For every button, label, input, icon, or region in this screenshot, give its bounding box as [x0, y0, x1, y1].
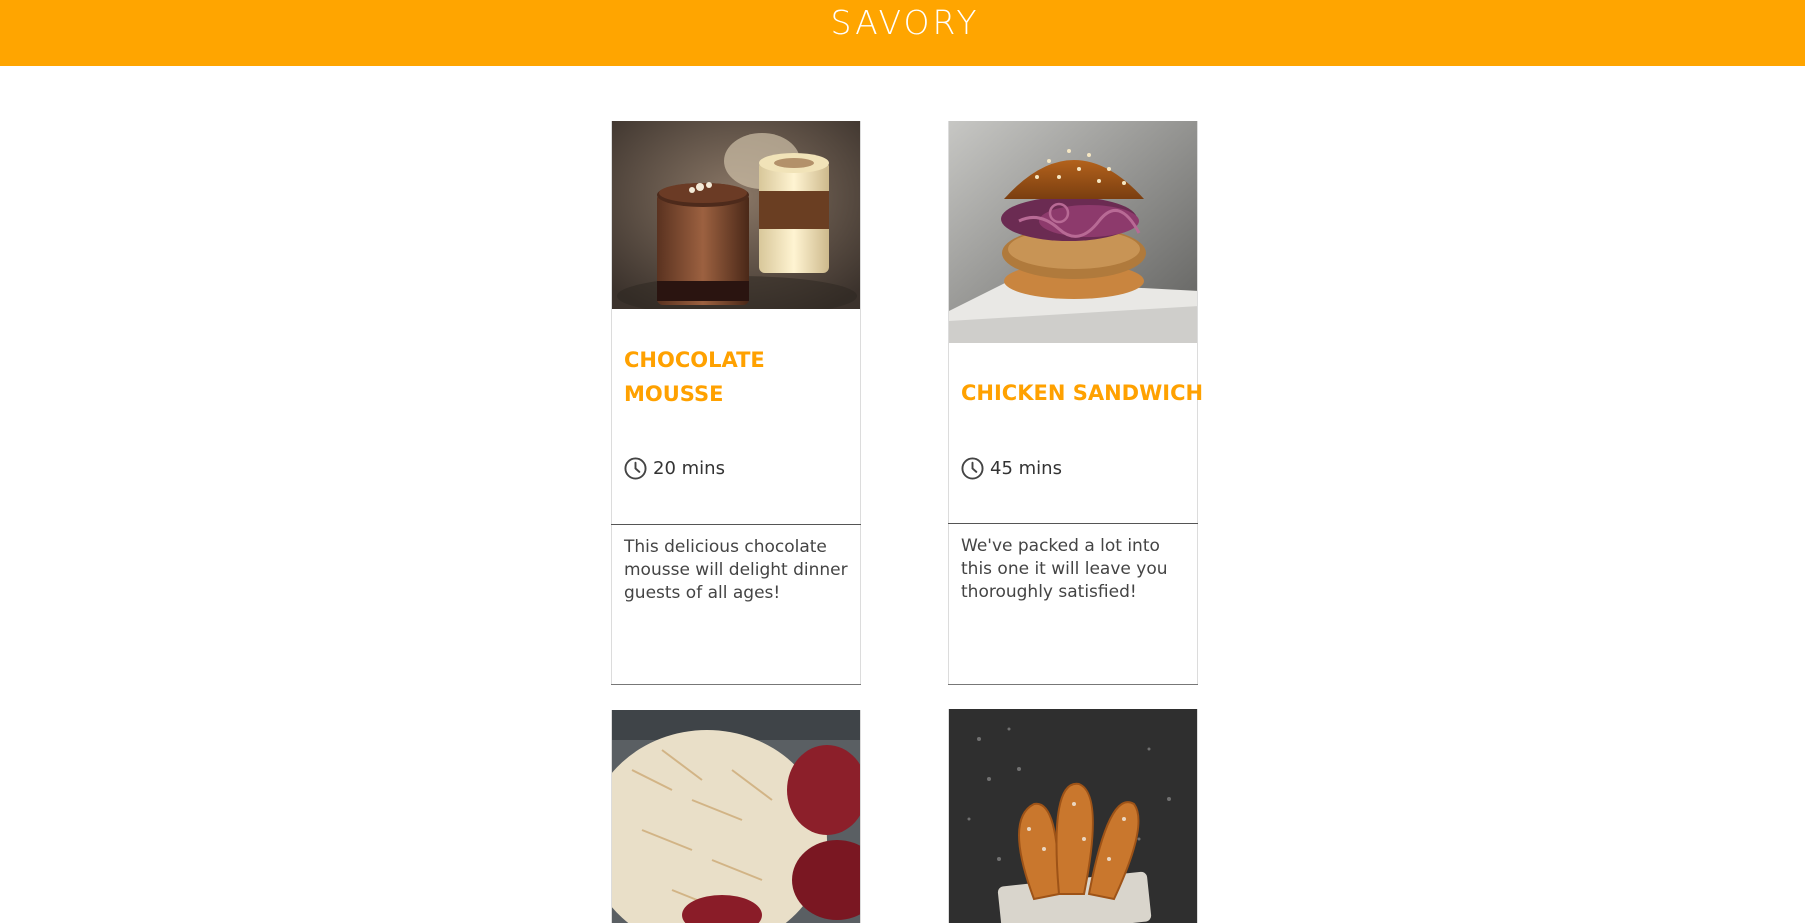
- recipe-image[interactable]: [949, 709, 1197, 923]
- recipe-card[interactable]: [611, 710, 861, 923]
- card-divider: [611, 524, 861, 525]
- clock-icon: [624, 457, 647, 480]
- recipe-time: 45 mins: [961, 457, 1062, 480]
- recipe-time-label: 45 mins: [990, 458, 1062, 479]
- churros-image: [949, 709, 1197, 923]
- recipe-card[interactable]: CHICKEN SANDWICH 45 mins We've packed a …: [948, 121, 1203, 685]
- recipe-image[interactable]: [612, 121, 860, 309]
- card-divider: [948, 523, 1198, 524]
- recipe-card[interactable]: CHOCOLATE MOUSSE 20 mins This delicious …: [611, 121, 861, 685]
- chicken-sandwich-image: [949, 121, 1197, 343]
- rice-dish-image: [612, 710, 860, 923]
- site-title: SAVORY: [830, 3, 980, 42]
- recipe-image[interactable]: [949, 121, 1197, 343]
- recipe-card[interactable]: [948, 709, 1198, 923]
- recipe-time-label: 20 mins: [653, 458, 725, 479]
- chocolate-mousse-image: [612, 121, 860, 309]
- recipe-image[interactable]: [612, 710, 860, 923]
- card-bottom-border: [611, 684, 861, 685]
- recipe-description: We've packed a lot into this one it will…: [961, 536, 1168, 602]
- recipe-description: This delicious chocolate mousse will del…: [624, 537, 848, 603]
- clock-icon: [961, 457, 984, 480]
- recipe-title[interactable]: CHICKEN SANDWICH: [961, 376, 1203, 410]
- card-bottom-border: [948, 684, 1198, 685]
- recipe-title[interactable]: CHOCOLATE MOUSSE: [624, 343, 804, 411]
- site-header: SAVORY: [0, 0, 1805, 66]
- recipe-time: 20 mins: [624, 457, 725, 480]
